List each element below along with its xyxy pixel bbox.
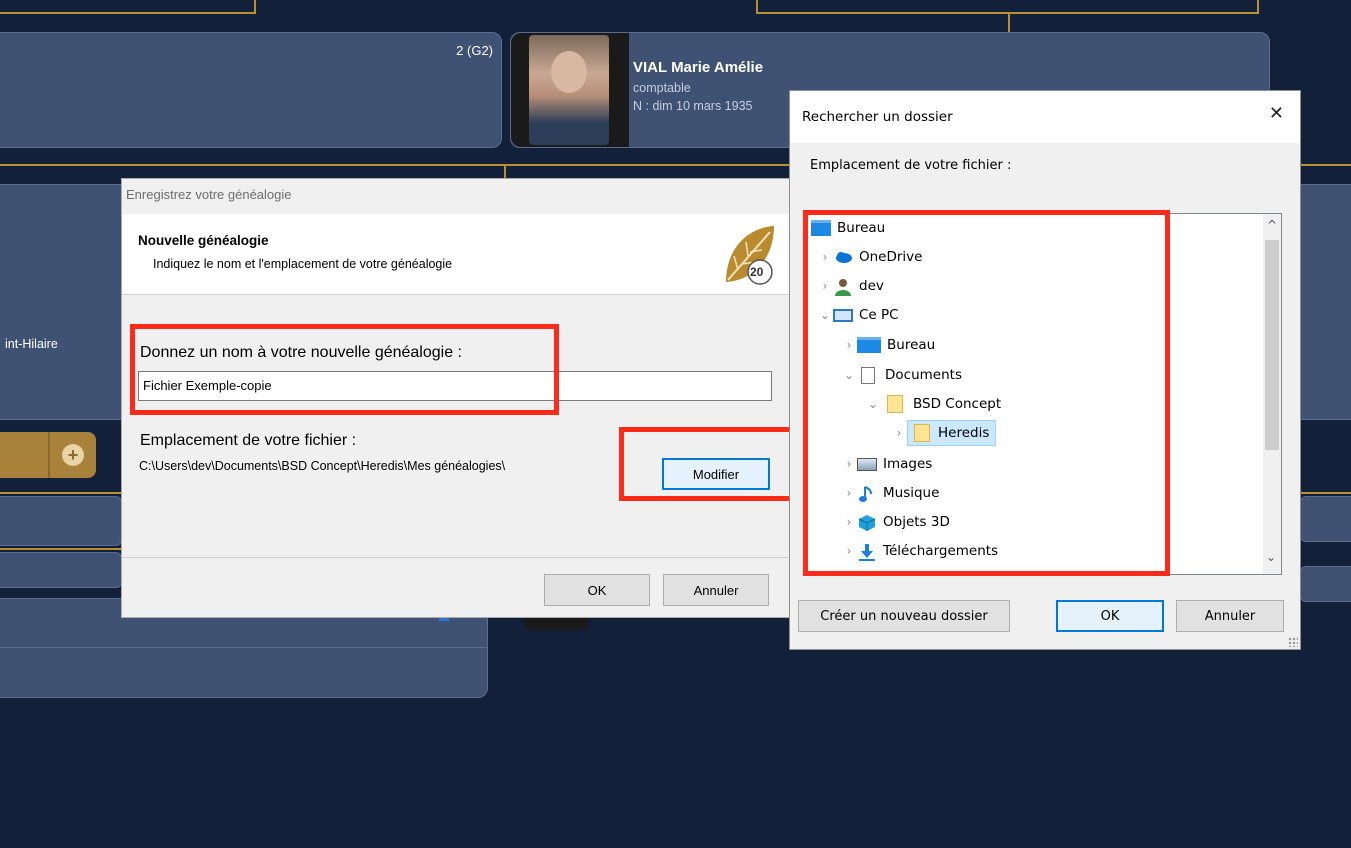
person-card[interactable] xyxy=(1300,496,1351,542)
connector-line xyxy=(254,0,256,14)
add-bar: + xyxy=(0,432,96,478)
dialog-title: Enregistrez votre généalogie xyxy=(126,187,292,202)
header-title: Nouvelle généalogie xyxy=(138,233,269,248)
ok-button[interactable]: OK xyxy=(1056,600,1164,632)
footer-divider xyxy=(122,557,800,558)
title-bar: Rechercher un dossier ✕ xyxy=(790,91,1300,143)
place-label: int-Hilaire xyxy=(5,337,58,351)
new-folder-button[interactable]: Créer un nouveau dossier xyxy=(798,600,1010,632)
person-photo xyxy=(529,35,609,145)
person-card[interactable] xyxy=(1300,566,1351,602)
connector-line xyxy=(756,0,758,14)
generation-label: 2 (G2) xyxy=(456,43,493,58)
person-name: VIAL Marie Amélie xyxy=(633,59,764,76)
vertical-scrollbar[interactable]: ^ ⌄ xyxy=(1263,214,1281,574)
dialog-subtitle: Emplacement de votre fichier : xyxy=(810,158,1012,173)
highlight-box xyxy=(619,427,794,501)
logo-badge: 20 xyxy=(750,265,764,279)
bar-divider xyxy=(48,432,50,478)
ok-button[interactable]: OK xyxy=(544,574,650,606)
connector-line xyxy=(0,492,122,494)
close-icon[interactable]: ✕ xyxy=(1269,103,1284,124)
scroll-down-arrow[interactable]: ⌄ xyxy=(1266,550,1276,564)
connector-line xyxy=(0,548,122,550)
location-path: C:\Users\dev\Documents\BSD Concept\Hered… xyxy=(139,459,506,473)
person-birth: N : dim 10 mars 1935 xyxy=(633,99,753,113)
scrollbar-thumb[interactable] xyxy=(1265,240,1279,450)
connector-line xyxy=(1008,12,1010,32)
highlight-box xyxy=(130,324,559,415)
person-card[interactable] xyxy=(0,552,122,588)
person-card[interactable]: int-Hilaire xyxy=(0,184,130,420)
person-occupation: comptable xyxy=(633,81,691,95)
dialog-title: Rechercher un dossier xyxy=(802,109,953,125)
add-person-button[interactable]: + xyxy=(62,444,84,466)
leaf-logo-icon: 20 xyxy=(722,222,778,286)
connector-line xyxy=(1257,0,1259,14)
photo-face xyxy=(551,51,587,93)
header-subtitle: Indiquez le nom et l'emplacement de votr… xyxy=(153,257,453,271)
highlight-box xyxy=(803,210,1170,576)
cancel-button[interactable]: Annuler xyxy=(1176,600,1284,632)
location-label: Emplacement de votre fichier : xyxy=(140,432,357,449)
dialog-header: Nouvelle généalogie Indiquez le nom et l… xyxy=(122,214,800,295)
cancel-button[interactable]: Annuler xyxy=(663,574,769,606)
person-card[interactable] xyxy=(0,496,122,546)
person-card[interactable]: 2 (G2) xyxy=(0,32,502,148)
scroll-up-arrow[interactable]: ^ xyxy=(1267,218,1277,232)
person-photo-frame xyxy=(511,33,629,147)
resize-grip-icon[interactable] xyxy=(1288,637,1298,647)
connector-line xyxy=(0,12,256,14)
card-divider xyxy=(0,647,487,648)
